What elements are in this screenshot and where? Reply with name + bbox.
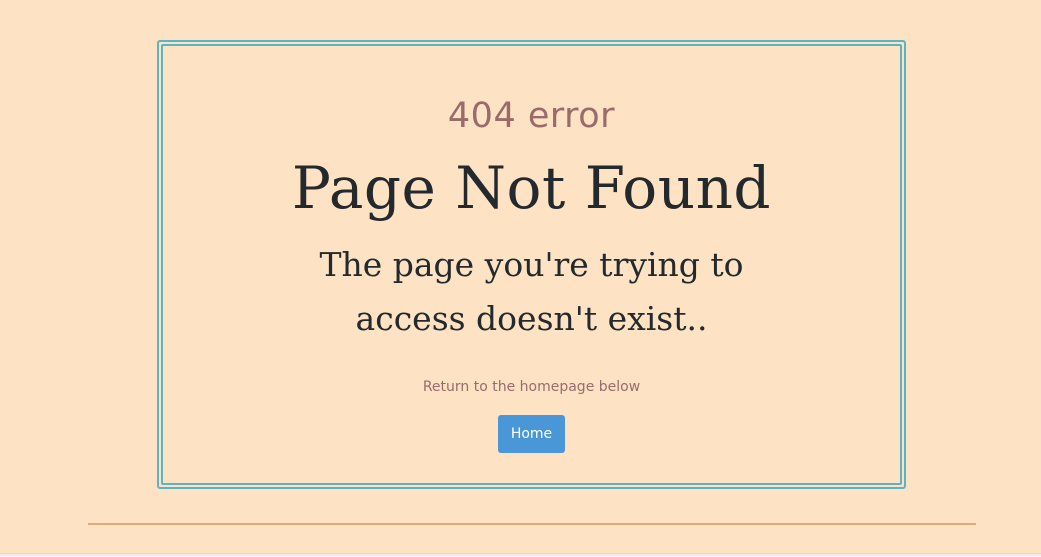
footer-divider <box>88 523 976 525</box>
home-button[interactable]: Home <box>498 415 565 453</box>
error-code: 404 error <box>447 96 616 136</box>
error-message: The page you're trying to access doesn't… <box>319 245 744 338</box>
bottom-strip <box>0 553 1041 557</box>
return-hint: Return to the homepage below <box>422 379 641 395</box>
error-content: 404 error Page Not Found The page you're… <box>159 42 904 487</box>
page-title: Page Not Found <box>291 154 772 222</box>
error-card: 404 error Page Not Found The page you're… <box>157 40 906 489</box>
